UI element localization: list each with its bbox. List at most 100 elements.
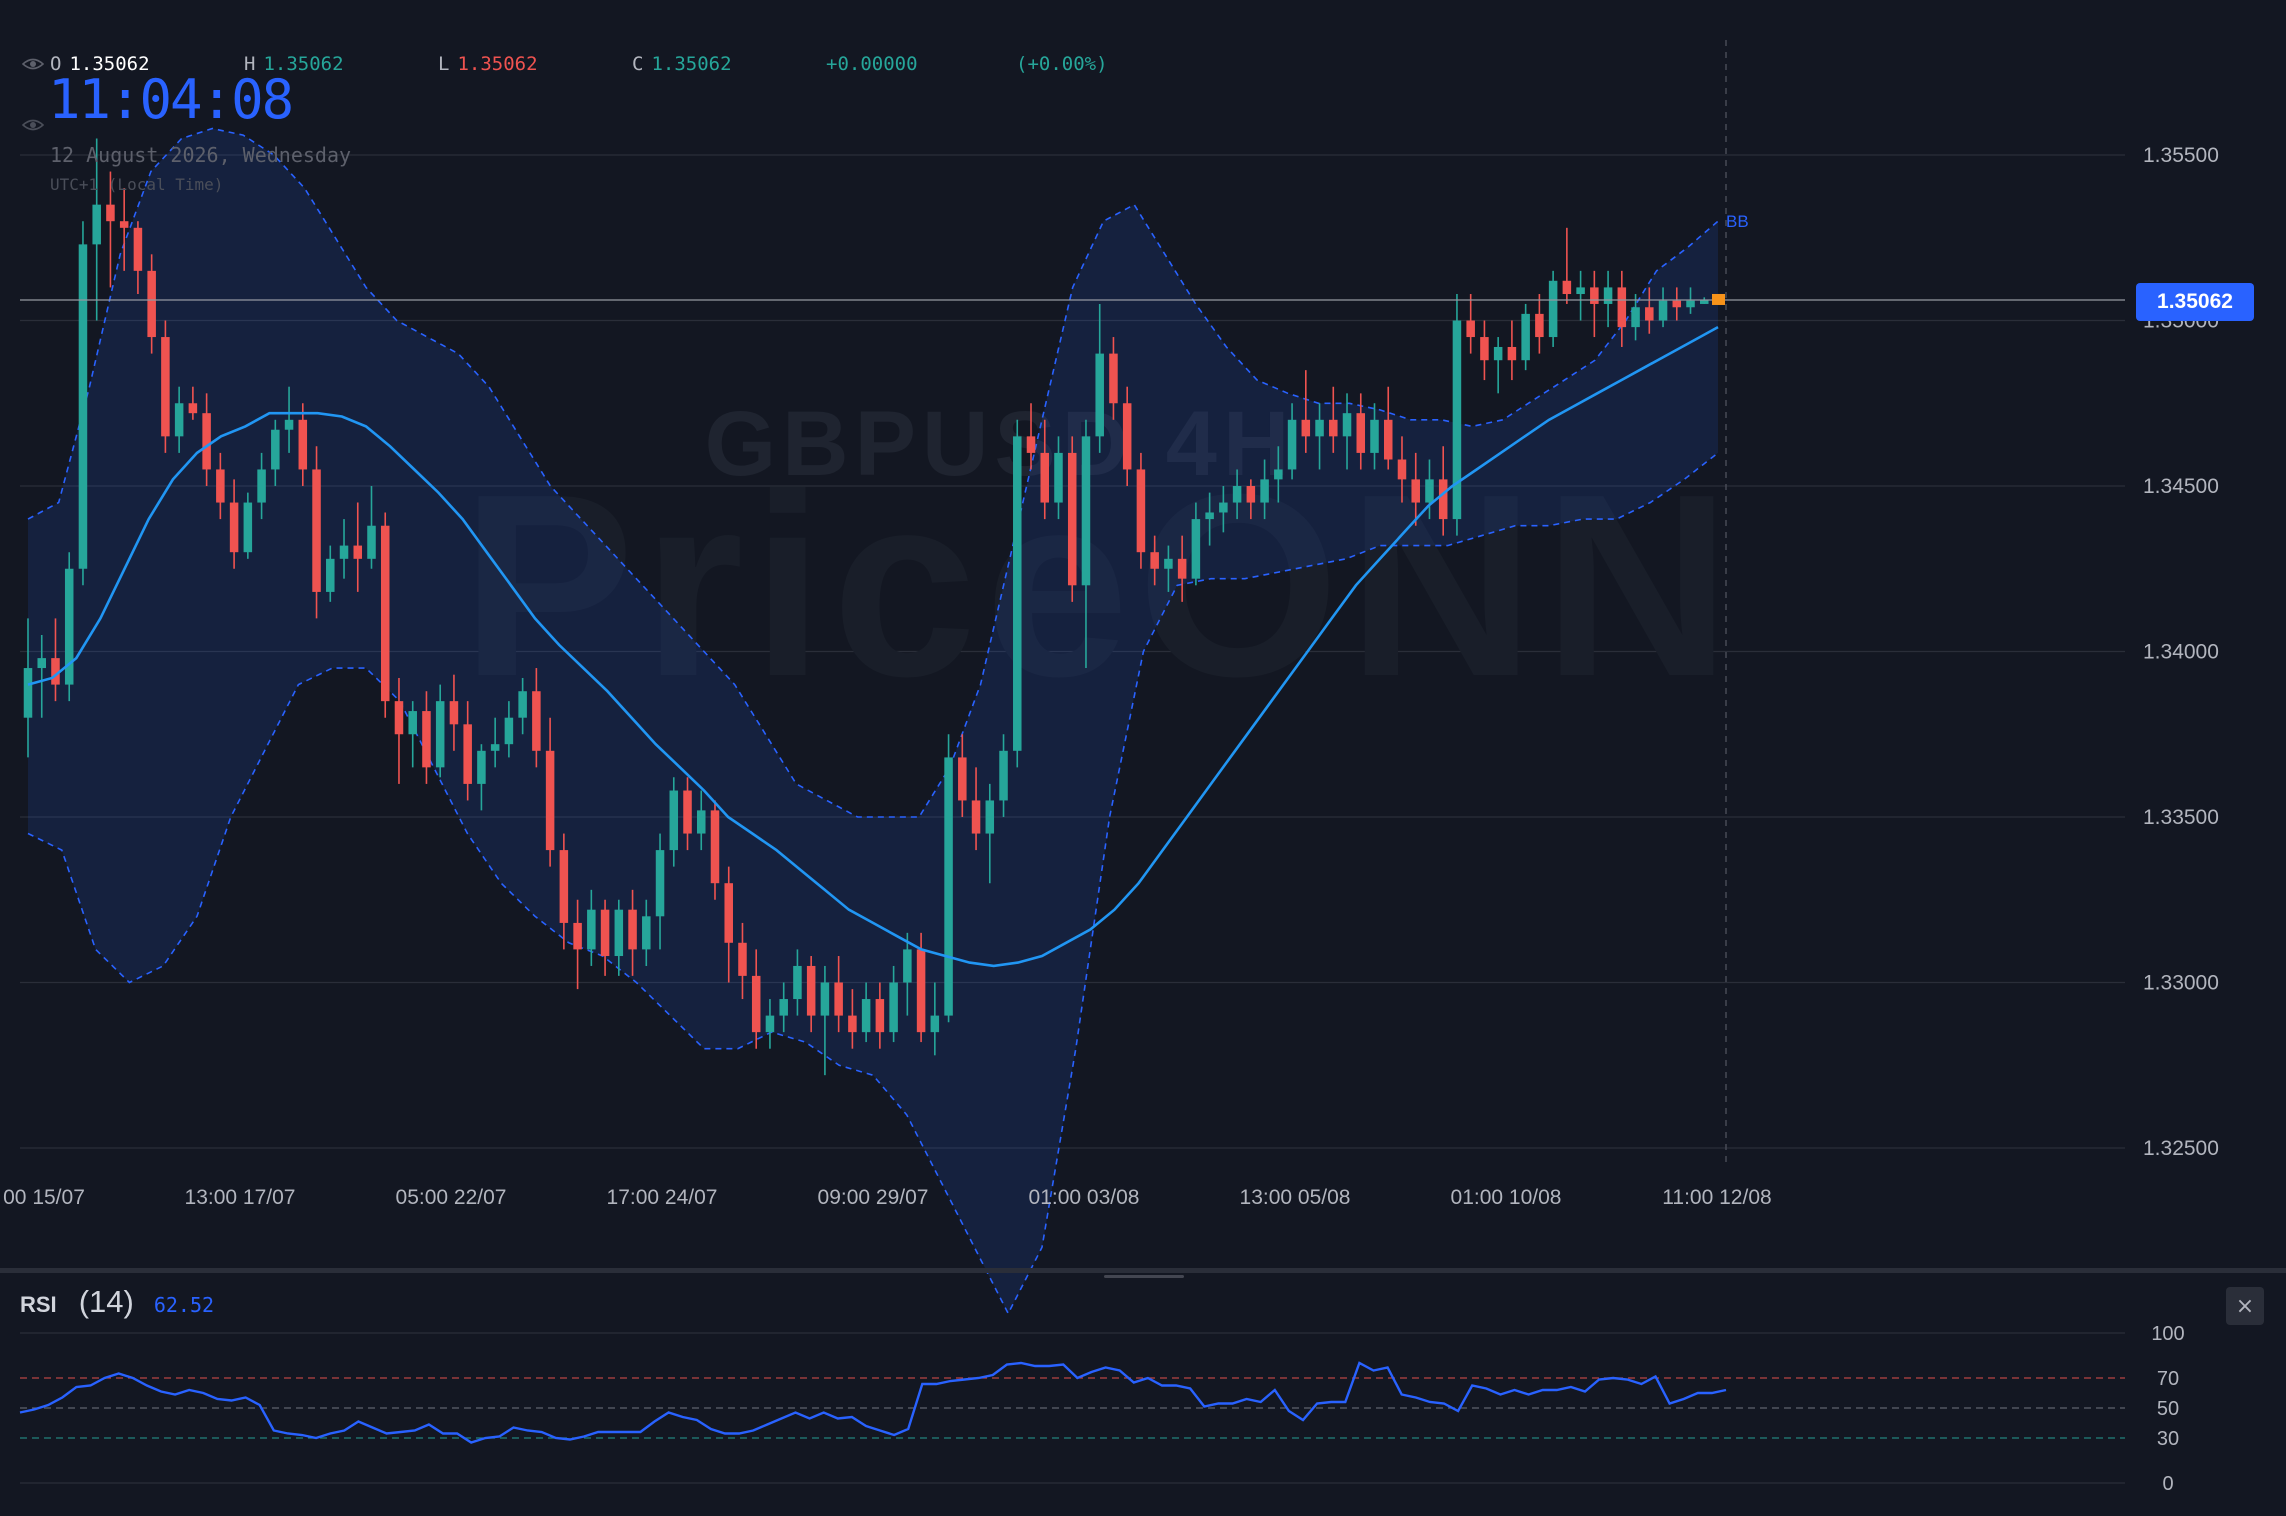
candle-body	[216, 469, 225, 503]
candle-body	[1383, 419, 1393, 460]
rsi-period: (14)	[78, 1284, 134, 1319]
candle-body	[696, 810, 706, 834]
candle-body	[614, 909, 624, 957]
candle-body	[1013, 436, 1022, 751]
candle-body	[848, 1015, 857, 1033]
candle-body	[1356, 413, 1366, 453]
candle-body	[1164, 558, 1173, 569]
price-tick-label: 1.34500	[2143, 475, 2219, 498]
price-tick-label: 1.33000	[2143, 972, 2219, 995]
candle-body	[1686, 300, 1695, 308]
candle-body	[1109, 353, 1118, 404]
rsi-levels	[20, 1332, 2125, 1484]
time-tick-label: 17:00 24/07	[607, 1186, 718, 1209]
rsi-name: RSI	[20, 1292, 57, 1317]
candle-body	[628, 909, 637, 950]
candle-body	[916, 949, 926, 1033]
candle-body	[1603, 287, 1613, 304]
candle-body	[380, 525, 390, 702]
candle-body	[504, 717, 514, 745]
candle-body	[78, 244, 88, 569]
ohlc-change: +0.00000	[826, 53, 918, 75]
candle-body	[1342, 413, 1352, 437]
price-tick-label: 1.34000	[2143, 641, 2219, 664]
time-tick-label: 00 15/07	[3, 1186, 85, 1209]
candle-body	[119, 221, 129, 228]
candle-body	[985, 800, 995, 834]
candle-body	[1452, 320, 1462, 520]
candle-body	[1411, 479, 1420, 503]
candle-body	[339, 545, 349, 559]
close-rsi-button[interactable]: ×	[2226, 1287, 2264, 1325]
ohlc-low: L 1.35062	[438, 53, 632, 75]
candle-body	[1287, 419, 1297, 470]
ohlc-close-key: C	[632, 53, 644, 75]
candle-body	[1191, 519, 1201, 579]
ohlc-close: C 1.35062	[632, 53, 826, 75]
time-tick-label: 13:00 05/08	[1240, 1186, 1351, 1209]
bb-indicator-tag[interactable]: BB	[1726, 212, 1749, 232]
candle-body	[1658, 300, 1668, 321]
candle-body	[477, 750, 486, 784]
candle-body	[1672, 300, 1682, 308]
candle-body	[1315, 419, 1324, 437]
candle-body	[738, 942, 747, 976]
candle-body	[944, 757, 953, 1016]
rsi-tick-label: 70	[2157, 1368, 2179, 1390]
candle-body	[710, 810, 720, 884]
pane-resize-handle[interactable]	[1104, 1275, 1184, 1278]
rsi-tick-label: 50	[2157, 1398, 2179, 1420]
eye-icon[interactable]	[22, 57, 44, 71]
candle-body	[1205, 512, 1214, 520]
candle-body	[1370, 419, 1379, 453]
price-tick-label: 1.32500	[2143, 1137, 2219, 1160]
candle-body	[1548, 280, 1558, 338]
candle-body	[958, 757, 967, 801]
candle-body	[1590, 287, 1599, 304]
rsi-value: 62.52	[153, 1293, 215, 1317]
eye-icon-secondary[interactable]	[22, 118, 44, 132]
rsi-tick-label: 30	[2157, 1428, 2179, 1450]
candle-body	[188, 403, 198, 414]
ohlc-change-pct: (+0.00%)	[1016, 53, 1108, 75]
candle-body	[463, 724, 472, 784]
candle-body	[806, 965, 816, 1016]
candle-body	[765, 1015, 775, 1033]
candle-body	[1095, 353, 1104, 437]
candle-body	[861, 999, 871, 1033]
candle-body	[820, 982, 830, 1016]
current-price-label: 1.35062	[2136, 283, 2254, 321]
candle-body	[1645, 307, 1654, 321]
candle-body	[1493, 346, 1503, 361]
candle-body	[1438, 479, 1448, 520]
time-tick-label: 01:00 10/08	[1451, 1186, 1562, 1209]
candle-body	[422, 711, 431, 768]
candle-body	[1177, 558, 1187, 579]
candle-body	[1246, 486, 1256, 503]
candle-body	[1122, 403, 1132, 470]
candle-body	[1562, 280, 1572, 295]
chart-canvas[interactable]: GBPUSD 4H PriceONN 1.325001.330001.33500…	[0, 0, 2286, 1516]
candle-body	[1260, 479, 1269, 503]
candle-body	[1081, 436, 1091, 586]
candle-body	[1219, 502, 1228, 513]
candle-body	[367, 525, 376, 559]
candle-body	[930, 1015, 940, 1033]
candle-body	[793, 965, 802, 1000]
candle-body	[1067, 452, 1077, 586]
candle-body	[1466, 320, 1475, 338]
timezone-label: UTC+1 (Local Time)	[50, 175, 224, 194]
candle-body	[1631, 307, 1640, 328]
candle-body	[1535, 313, 1544, 338]
candle-body	[37, 658, 46, 669]
candle-body	[243, 502, 253, 553]
rsi-tick-label: 0	[2162, 1473, 2173, 1495]
candle-body	[545, 750, 555, 851]
time-tick-label: 11:00 12/08	[1662, 1186, 1771, 1209]
candle-body	[642, 916, 651, 950]
candle-body	[559, 850, 569, 923]
candle-body	[875, 999, 885, 1033]
time-axis[interactable]: 00 15/07 13:00 17/07 05:00 22/07 17:00 24/0…	[3, 1186, 1772, 1209]
candle-body	[724, 883, 733, 943]
time-tick-label: 13:00 17/07	[185, 1186, 296, 1209]
